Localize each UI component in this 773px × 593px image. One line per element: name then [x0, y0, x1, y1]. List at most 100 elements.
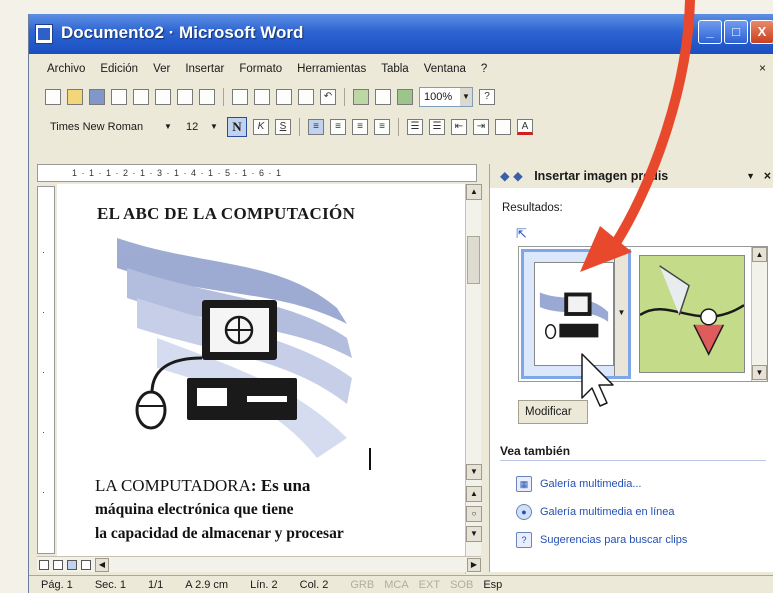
gallery-scrollbar[interactable]: ▲ ▼ [751, 247, 767, 381]
print-layout-view-button[interactable] [67, 559, 77, 570]
browse-object-button[interactable]: ○ [466, 506, 482, 522]
previous-page-button[interactable]: ▲ [466, 486, 482, 502]
menu-herramientas[interactable]: Herramientas [297, 63, 366, 75]
help-icon[interactable]: ? [479, 89, 495, 105]
menu-insertar[interactable]: Insertar [185, 63, 224, 75]
status-bar: Pág. 1 Sec. 1 1/1 A 2.9 cm Lín. 2 Col. 2… [29, 575, 773, 593]
copy-icon[interactable] [254, 89, 270, 105]
align-right-icon[interactable]: ≡ [352, 119, 368, 135]
open-folder-icon[interactable] [67, 89, 83, 105]
insert-clip-icon[interactable]: ⇱ [516, 226, 527, 242]
status-mode-mca[interactable]: MCA [384, 579, 408, 591]
menu-ventana[interactable]: Ventana [424, 63, 466, 75]
undo-icon[interactable]: ↶ [320, 89, 336, 105]
reading-view-button[interactable] [81, 559, 91, 570]
save-icon[interactable] [89, 89, 105, 105]
toolbar-separator [398, 118, 399, 136]
email-icon[interactable] [133, 89, 149, 105]
next-page-button[interactable]: ▼ [466, 526, 482, 542]
status-mode-grb[interactable]: GRB [350, 579, 374, 591]
align-center-icon[interactable]: ≡ [330, 119, 346, 135]
close-button[interactable]: X [750, 20, 773, 44]
excel-table-icon[interactable] [397, 89, 413, 105]
underline-button[interactable]: S [275, 119, 291, 135]
italic-icon[interactable]: K [253, 119, 269, 135]
status-mode-sob[interactable]: SOB [450, 579, 473, 591]
help-icon: ? [516, 532, 532, 548]
bullets-icon[interactable]: ☰ [429, 119, 445, 135]
horizontal-ruler[interactable]: 1 · 1 · 1 · 2 · 1 · 3 · 1 · 4 · 1 · 5 · … [37, 164, 477, 182]
scroll-down-button[interactable]: ▼ [752, 365, 767, 380]
clipart-thumbnail[interactable] [639, 255, 745, 373]
computer-clipart[interactable] [97, 228, 367, 468]
vertical-ruler[interactable]: · · · · · [37, 186, 55, 554]
print-icon[interactable] [155, 89, 171, 105]
font-color-icon[interactable]: A [517, 119, 533, 135]
decrease-indent-icon[interactable]: ⇤ [451, 119, 467, 135]
hyperlink-icon[interactable] [353, 89, 369, 105]
format-painter-icon[interactable] [298, 89, 314, 105]
increase-indent-icon[interactable]: ⇥ [473, 119, 489, 135]
bold-button[interactable]: N [227, 117, 247, 137]
web-view-button[interactable] [53, 559, 63, 570]
back-forward-icon[interactable]: ◆ ◆ [500, 169, 523, 183]
menu-tabla[interactable]: Tabla [381, 63, 409, 75]
see-also-heading: Vea también [500, 444, 766, 461]
permission-icon[interactable] [111, 89, 127, 105]
scroll-thumb[interactable] [467, 236, 480, 284]
menu-archivo[interactable]: Archivo [47, 63, 85, 75]
task-pane-menu-icon[interactable]: ▼ [746, 164, 755, 188]
scroll-down-button[interactable]: ▼ [466, 464, 482, 480]
task-pane-close-icon[interactable]: × [764, 164, 771, 188]
font-select[interactable]: Times New Roman ▼ [45, 117, 175, 137]
normal-view-button[interactable] [39, 559, 49, 570]
scroll-left-button[interactable]: ◀ [95, 557, 109, 572]
justify-icon[interactable]: ≡ [374, 119, 390, 135]
scroll-up-button[interactable]: ▲ [466, 184, 482, 200]
ruler-tick: · [42, 487, 45, 497]
document-vertical-scrollbar[interactable]: ▲ ▼ ▲ ○ ▼ [465, 184, 482, 574]
border-icon[interactable] [495, 119, 511, 135]
menu-ver[interactable]: Ver [153, 63, 170, 75]
task-pane-header: ◆ ◆ Insertar imagen predis ▼ × [490, 164, 773, 188]
menu-help[interactable]: ? [481, 63, 487, 75]
chevron-down-icon[interactable]: ▼ [614, 252, 628, 376]
link-search-tips[interactable]: ? Sugerencias para buscar clips [516, 526, 687, 554]
document-close-button[interactable]: × [759, 61, 766, 75]
spelling-icon[interactable] [199, 89, 215, 105]
menu-edicion[interactable]: Edición [100, 63, 138, 75]
toolbar-separator [299, 118, 300, 136]
chevron-down-icon: ▼ [460, 88, 472, 106]
print-preview-icon[interactable] [177, 89, 193, 105]
scroll-right-button[interactable]: ▶ [467, 557, 481, 572]
clipart-results-gallery[interactable]: ▼ ▲ ▼ [518, 246, 768, 382]
new-document-icon[interactable] [45, 89, 61, 105]
font-value: Times New Roman [50, 121, 144, 133]
zoom-select[interactable]: 100% ▼ [419, 87, 473, 107]
link-media-gallery[interactable]: ▦ Galería multimedia... [516, 470, 687, 498]
modify-button[interactable]: Modificar [518, 400, 588, 424]
align-left-icon[interactable]: ≡ [308, 119, 324, 135]
results-label: Resultados: [502, 202, 563, 214]
zoom-value: 100% [424, 91, 453, 103]
numbering-icon[interactable]: ☰ [407, 119, 423, 135]
status-mode-ext[interactable]: EXT [419, 579, 440, 591]
paste-icon[interactable] [276, 89, 292, 105]
ruler-scale: 1 · 1 · 1 · 2 · 1 · 3 · 1 · 4 · 1 · 5 · … [72, 168, 283, 178]
table-icon[interactable] [375, 89, 391, 105]
link-online-gallery[interactable]: ● Galería multimedia en línea [516, 498, 687, 526]
cut-icon[interactable] [232, 89, 248, 105]
document-page[interactable]: EL ABC DE LA COMPUTACIÓN LA COMPUTADORA:… [57, 184, 465, 556]
status-section: Sec. 1 [94, 578, 126, 591]
scroll-up-button[interactable]: ▲ [752, 247, 767, 262]
menu-formato[interactable]: Formato [239, 63, 282, 75]
font-size-select[interactable]: 12 ▼ [181, 117, 221, 137]
title-bar[interactable]: Documento2 · Microsoft Word _ □ X [29, 14, 773, 54]
maximize-button[interactable]: □ [724, 20, 748, 44]
document-horizontal-scrollbar[interactable]: ◀ ▶ [37, 556, 481, 572]
lead-label: LA COMPUTADORA [95, 476, 251, 495]
word-app-icon[interactable] [35, 24, 53, 44]
word-window: Documento2 · Microsoft Word _ □ X Archiv… [28, 14, 773, 593]
minimize-button[interactable]: _ [698, 20, 722, 44]
clipart-thumbnail-selected[interactable]: ▼ [521, 249, 631, 379]
